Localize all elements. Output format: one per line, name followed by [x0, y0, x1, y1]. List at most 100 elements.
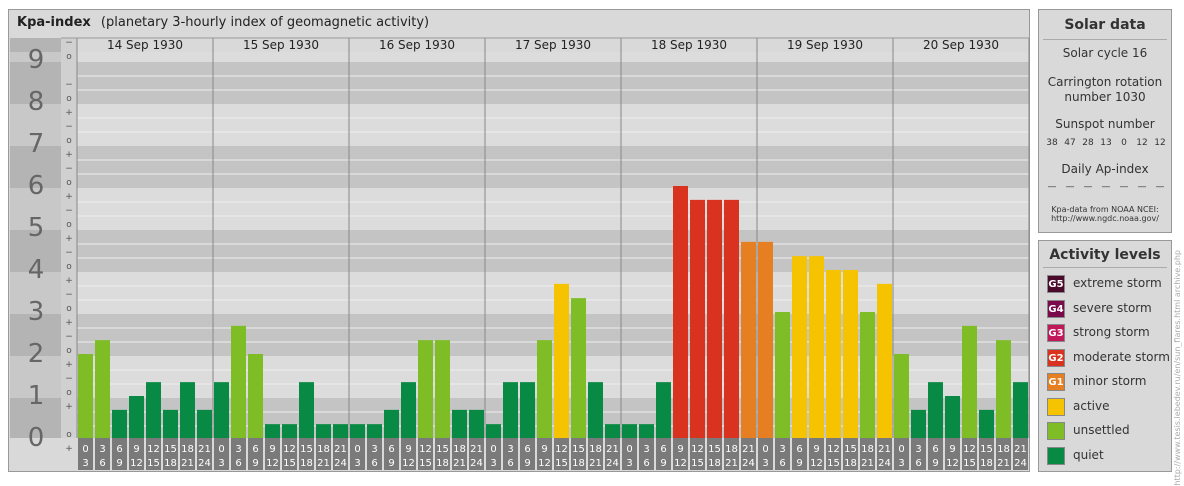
- interval-end-label: 21: [453, 458, 466, 469]
- y-tick-label: 6: [28, 171, 45, 201]
- interval-end-label: 12: [810, 458, 823, 469]
- credit-text: http://www.tesis.lebedev.ru/en/sun_flare…: [1173, 250, 1182, 486]
- y-tick-label: 9: [28, 45, 45, 75]
- interval-end-label: 18: [844, 458, 857, 469]
- interval-end-label: 15: [147, 458, 160, 469]
- y-tick-label: 8: [28, 87, 45, 117]
- kp-bar: [571, 298, 586, 438]
- kp-bar: [469, 409, 484, 438]
- kp-bar: [537, 340, 552, 438]
- y-tick-label: 1: [28, 381, 45, 411]
- interval-start-label: 6: [932, 444, 938, 455]
- legend-swatch: [1047, 422, 1065, 440]
- ap-value: —: [1101, 182, 1111, 192]
- y-tick-label: 0: [28, 423, 45, 453]
- interval-end-label: 21: [181, 458, 194, 469]
- solar-data-panel: Solar data Solar cycle 16 Carrington rot…: [1038, 9, 1172, 233]
- interval-start-label: 3: [235, 444, 241, 455]
- interval-start-label: 12: [419, 444, 432, 455]
- legend-label: minor storm: [1073, 374, 1147, 388]
- kp-bar: [707, 199, 722, 438]
- minor-tick-label: +: [65, 444, 73, 454]
- legend-swatch: [1047, 446, 1065, 465]
- kp-bar: [843, 270, 858, 438]
- kp-bar: [979, 409, 994, 438]
- kp-bar: [401, 382, 416, 438]
- sunspot-value: 13: [1100, 138, 1112, 148]
- kp-bar: [214, 382, 229, 438]
- interval-end-label: 6: [235, 458, 241, 469]
- legend-label: extreme storm: [1073, 276, 1162, 290]
- interval-start-label: 12: [555, 444, 568, 455]
- interval-start-label: 3: [643, 444, 649, 455]
- kp-bar: [197, 409, 212, 438]
- legend-label: unsettled: [1073, 423, 1130, 437]
- day-label: 19 Sep 1930: [787, 38, 863, 52]
- kp-bar: [265, 424, 280, 438]
- minor-tick-label: o: [66, 220, 72, 230]
- legend-swatch: G3: [1047, 324, 1065, 342]
- legend-label: active: [1073, 398, 1110, 413]
- kp-bar: [775, 312, 790, 438]
- interval-start-label: 6: [796, 444, 802, 455]
- interval-end-label: 18: [164, 458, 177, 469]
- interval-end-label: 9: [388, 458, 394, 469]
- kp-bar: [911, 409, 926, 438]
- kp-bar: [962, 325, 977, 438]
- interval-start-label: 15: [164, 444, 177, 455]
- interval-end-label: 9: [252, 458, 258, 469]
- day-label: 20 Sep 1930: [923, 38, 999, 52]
- plot-band: [77, 230, 1029, 272]
- interval-end-label: 6: [643, 458, 649, 469]
- interval-start-label: 6: [388, 444, 394, 455]
- kp-bar: [928, 382, 943, 438]
- interval-end-label: 12: [266, 458, 279, 469]
- minor-tick-label: o: [66, 430, 72, 440]
- interval-end-label: 6: [779, 458, 785, 469]
- plot-band: [77, 146, 1029, 188]
- plot-band: [77, 62, 1029, 104]
- kp-bar: [78, 354, 93, 438]
- minor-tick-label: −: [65, 122, 73, 132]
- interval-end-label: 3: [82, 458, 88, 469]
- interval-start-label: 9: [541, 444, 547, 455]
- interval-end-label: 21: [317, 458, 330, 469]
- sunspot-values: 38 47 28 13 0 12 12: [1043, 138, 1169, 150]
- kp-bar: [486, 424, 501, 438]
- interval-end-label: 9: [660, 458, 666, 469]
- activity-legend-panel: Activity levels G5 extreme storm G4 severe …: [1038, 240, 1172, 472]
- minor-tick-label: +: [65, 150, 73, 160]
- kp-bar: [95, 340, 110, 438]
- kp-bar: [299, 382, 314, 438]
- interval-end-label: 12: [674, 458, 687, 469]
- interval-end-label: 3: [354, 458, 360, 469]
- kp-bar: [180, 382, 195, 438]
- kp-bar: [945, 396, 960, 438]
- ap-value: —: [1155, 182, 1165, 192]
- interval-start-label: 0: [490, 444, 496, 455]
- kp-bar: [996, 340, 1011, 438]
- interval-end-label: 21: [997, 458, 1010, 469]
- interval-end-label: 3: [626, 458, 632, 469]
- interval-end-label: 15: [283, 458, 296, 469]
- interval-end-label: 3: [218, 458, 224, 469]
- sunspot-value: 0: [1121, 138, 1127, 148]
- interval-start-label: 0: [218, 444, 224, 455]
- source-line2: http://www.ngdc.noaa.gov/: [1051, 214, 1159, 223]
- day-label: 14 Sep 1930: [107, 38, 183, 52]
- interval-end-label: 15: [555, 458, 568, 469]
- kp-bar: [860, 312, 875, 438]
- solar-cycle: Solar cycle 16: [1062, 46, 1148, 60]
- interval-start-label: 6: [524, 444, 530, 455]
- minor-tick-label: +: [65, 318, 73, 328]
- minor-tick-label: o: [66, 94, 72, 104]
- minor-tick-label: +: [65, 108, 73, 118]
- interval-end-label: 9: [796, 458, 802, 469]
- kp-bar: [367, 424, 382, 438]
- kp-bar: [452, 409, 467, 438]
- interval-start-label: 12: [147, 444, 160, 455]
- ap-value: —: [1047, 182, 1057, 192]
- interval-start-label: 18: [317, 444, 330, 455]
- interval-start-label: 3: [371, 444, 377, 455]
- interval-start-label: 9: [813, 444, 819, 455]
